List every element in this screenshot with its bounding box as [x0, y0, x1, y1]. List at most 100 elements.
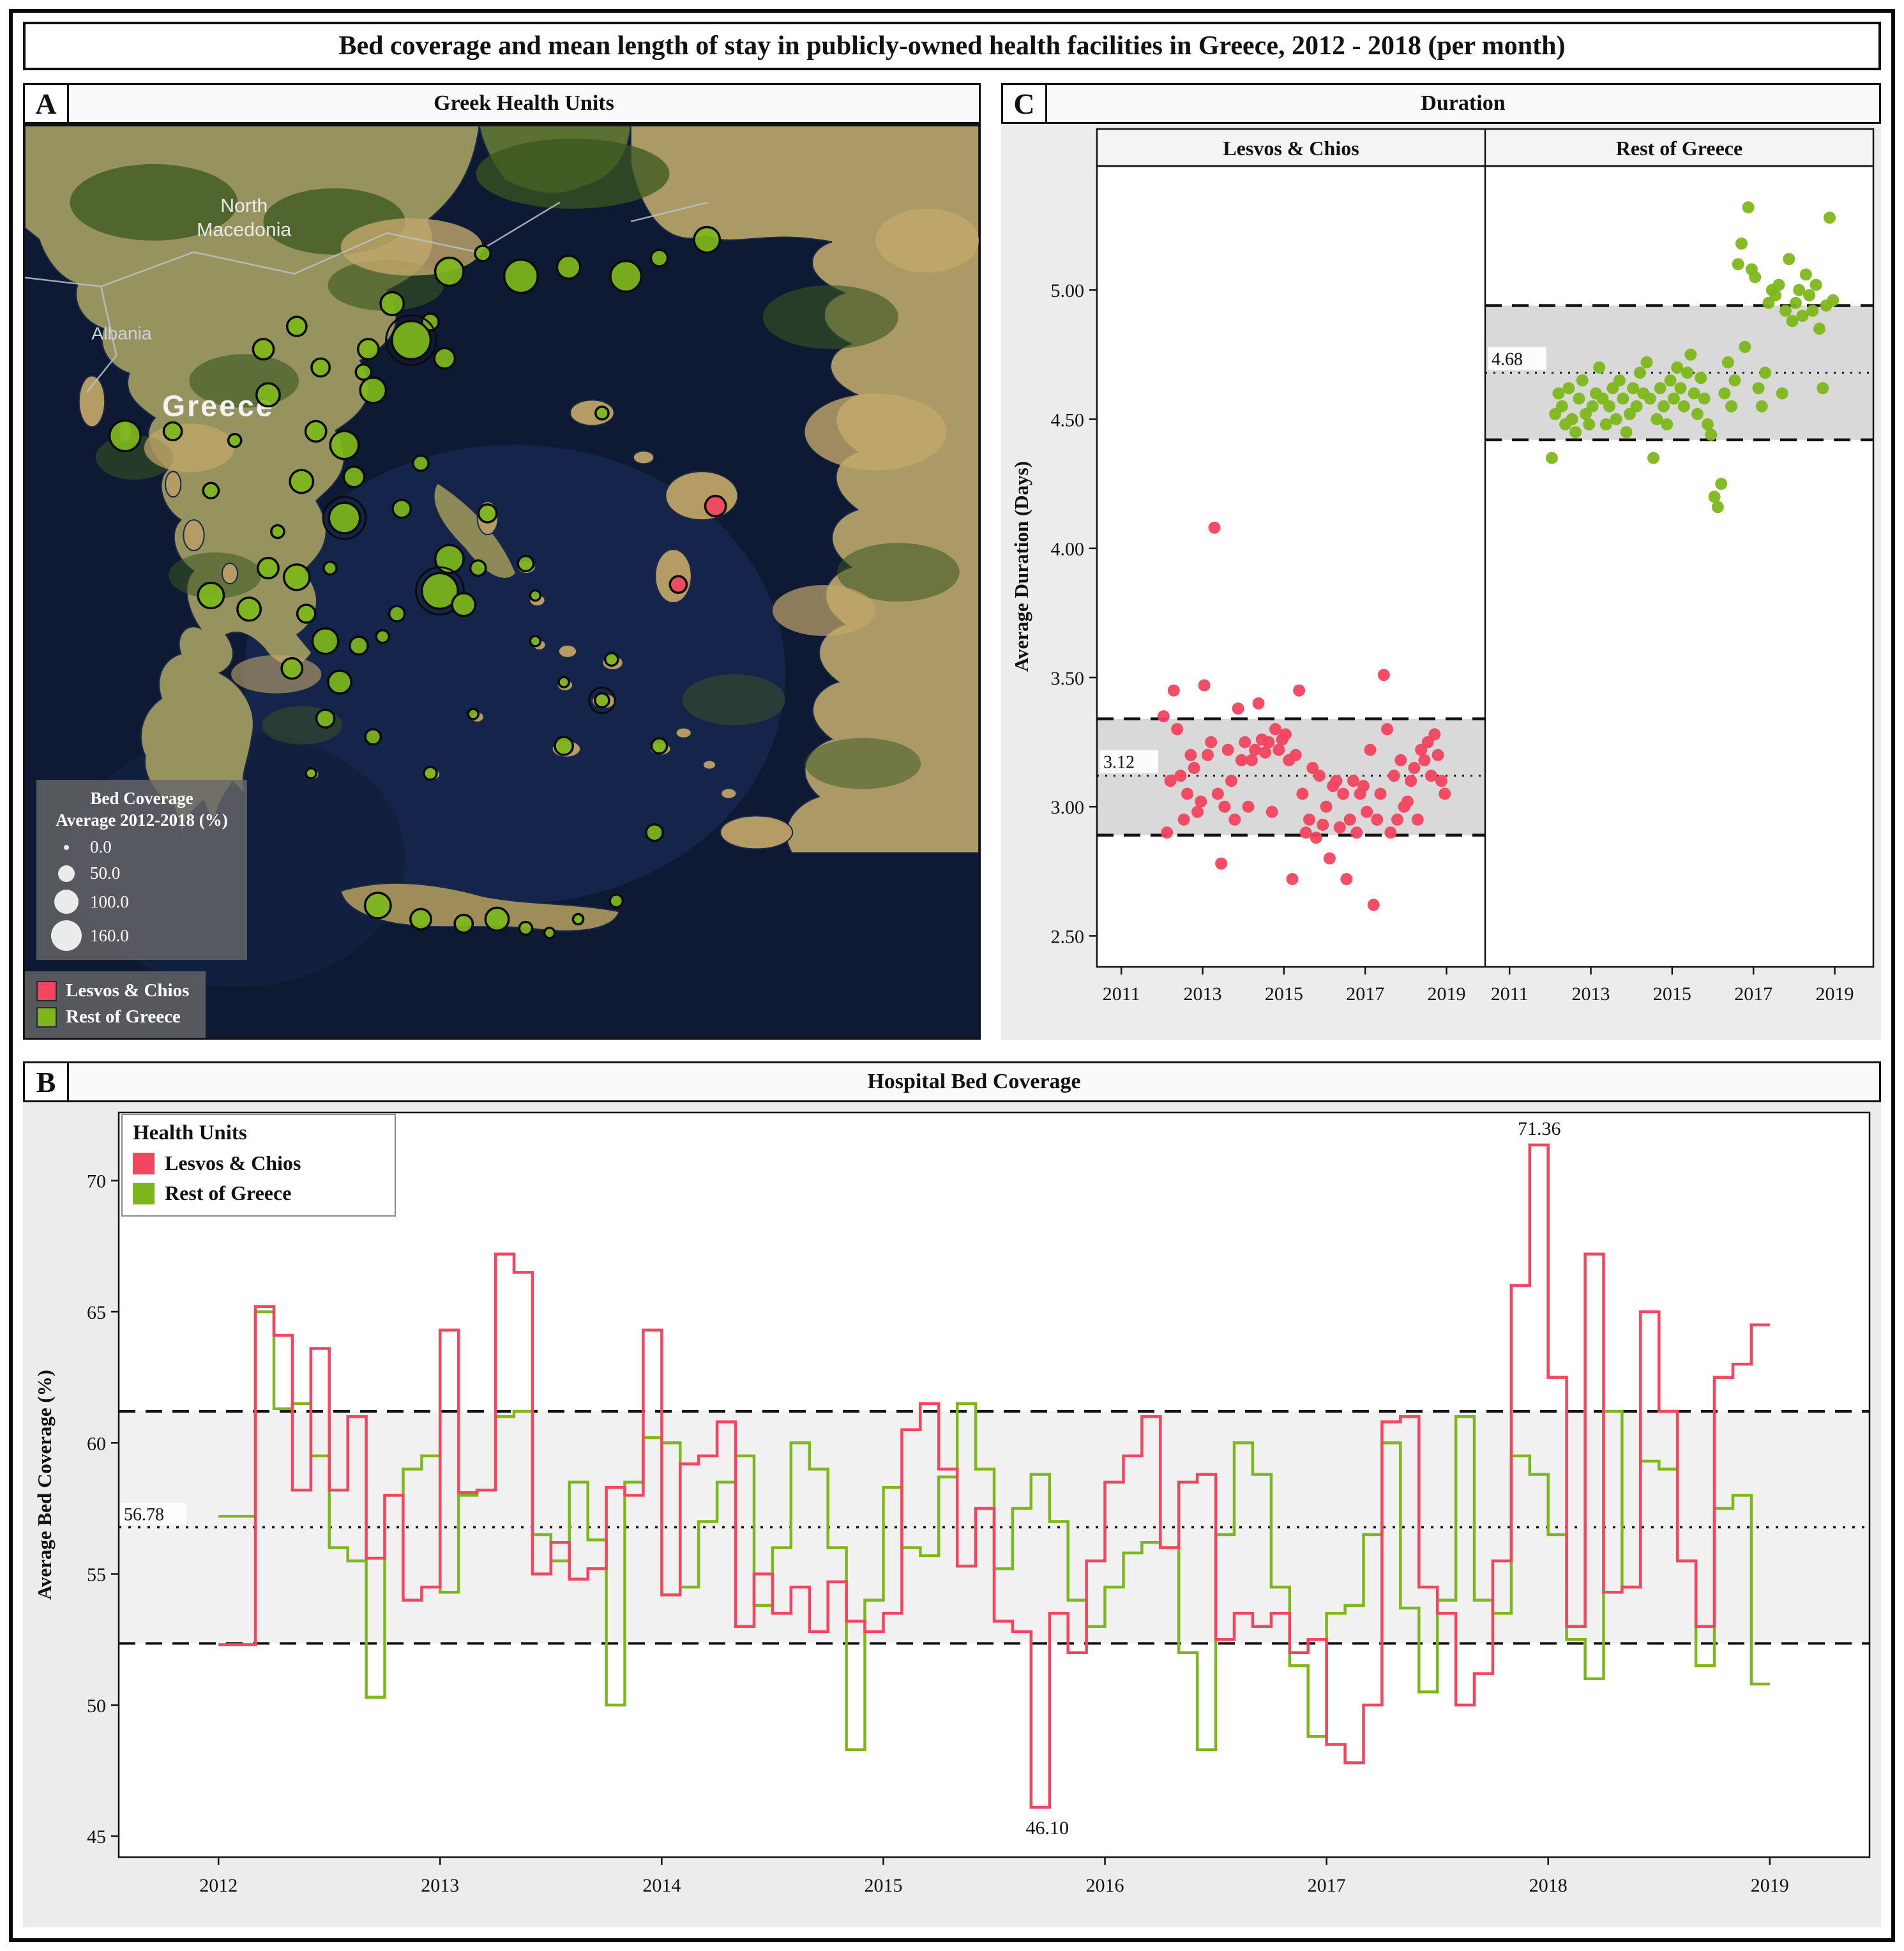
duration-point: [1644, 393, 1656, 405]
duration-point: [1753, 382, 1765, 394]
y-tick-label: 2.50: [1051, 926, 1085, 947]
duration-point: [1698, 393, 1711, 405]
bubble-size-legend: Bed Coverage Average 2012-2018 (%) 0.0 5…: [36, 780, 247, 960]
duration-point: [1790, 297, 1802, 309]
duration-point: [1378, 669, 1390, 681]
duration-point: [1364, 744, 1377, 756]
y-tick-label: 5.00: [1051, 280, 1085, 301]
duration-point: [1218, 801, 1230, 813]
health-unit-bubble: [485, 907, 508, 930]
duration-point: [1402, 796, 1414, 808]
health-unit-bubble: [478, 505, 496, 522]
health-unit-bubble: [694, 227, 720, 253]
mean-label: 56.78: [124, 1505, 164, 1525]
x-tick-label: 2017: [1734, 983, 1772, 1005]
health-unit-bubble: [424, 767, 437, 780]
duration-point: [1735, 238, 1748, 250]
health-unit-bubble: [238, 598, 261, 621]
duration-point: [1409, 762, 1421, 774]
y-tick-label: 45: [87, 1826, 106, 1848]
duration-point: [1691, 408, 1704, 420]
health-unit-bubble: [393, 500, 411, 518]
duration-point: [1188, 762, 1200, 774]
health-unit-bubble: [596, 407, 608, 420]
y-tick-label: 70: [87, 1171, 106, 1192]
health-unit-bubble: [360, 377, 386, 403]
duration-point: [1198, 679, 1211, 692]
duration-point: [1405, 775, 1417, 787]
health-unit-bubble: [306, 768, 316, 778]
health-unit-bubble: [610, 895, 623, 907]
health-unit-bubble: [198, 582, 223, 608]
duration-svg: Lesvos & Chios3.1220112013201520172019Re…: [1001, 124, 1881, 1040]
health-unit-bubble: [471, 561, 486, 576]
duration-point: [1739, 341, 1751, 353]
duration-point: [1215, 858, 1227, 870]
x-tick-label: 2011: [1491, 983, 1529, 1005]
duration-point: [1324, 853, 1336, 865]
health-unit-bubble: [358, 339, 379, 360]
duration-point: [1573, 393, 1585, 405]
duration-point: [1681, 367, 1693, 379]
duration-point: [1266, 806, 1278, 818]
facet-header: Lesvos & Chios: [1223, 137, 1359, 160]
mean-label: 4.68: [1492, 350, 1523, 370]
duration-point: [1772, 279, 1785, 291]
duration-point: [1813, 323, 1825, 335]
health-unit-bubble: [651, 250, 667, 266]
y-tick-label: 4.50: [1051, 409, 1085, 430]
panel-label-b: B: [23, 1061, 69, 1102]
y-tick-label: 3.50: [1051, 668, 1085, 689]
duration-point: [1228, 814, 1241, 826]
bed-coverage-svg: 56.7871.3646.104550556065702012201320142…: [23, 1102, 1881, 1927]
duration-point: [1684, 349, 1696, 361]
y-tick-label: 60: [87, 1433, 106, 1454]
health-unit-bubble: [670, 576, 686, 593]
lesvos-label: Lesvos & Chios: [165, 1151, 301, 1175]
health-unit-bubble: [651, 738, 667, 754]
lesvos-swatch: [36, 981, 57, 1001]
health-unit-bubble: [365, 729, 381, 745]
x-tick-label: 2011: [1103, 983, 1140, 1005]
duration-title: Duration: [1045, 83, 1881, 124]
health-unit-bubble: [595, 694, 609, 708]
duration-ylabel: Average Duration (Days): [1010, 461, 1032, 672]
duration-point: [1222, 744, 1234, 756]
duration-point: [1293, 685, 1305, 697]
duration-point: [1239, 736, 1251, 748]
size-label-3: 160.0: [90, 926, 129, 946]
health-unit-bubble: [452, 593, 475, 616]
duration-point: [1259, 747, 1271, 759]
duration-point: [1732, 258, 1744, 270]
health-unit-bubble: [257, 383, 280, 406]
panel-label-c: C: [1001, 83, 1047, 124]
label-albania: Albania: [91, 324, 152, 344]
health-unit-bubble: [203, 483, 218, 498]
duration-point: [1725, 400, 1737, 413]
duration-point: [1303, 814, 1315, 826]
duration-point: [1603, 400, 1615, 413]
health-unit-bubble: [475, 246, 490, 261]
health-unit-bubble: [389, 606, 405, 621]
duration-point: [1556, 400, 1568, 413]
map-color-legend: Lesvos & Chios Rest of Greece: [25, 971, 206, 1038]
y-tick-label: 4.00: [1051, 539, 1085, 560]
duration-point: [1776, 388, 1788, 400]
y-tick-label: 50: [87, 1696, 106, 1717]
duration-point: [1678, 400, 1690, 413]
x-tick-label: 2015: [864, 1875, 902, 1896]
health-unit-bubble: [504, 260, 538, 293]
duration-point: [1668, 393, 1680, 405]
health-unit-bubble: [290, 470, 313, 493]
x-tick-label: 2015: [1265, 983, 1303, 1005]
duration-point: [1195, 796, 1207, 808]
duration-point: [1647, 452, 1659, 464]
health-unit-bubble: [328, 671, 351, 694]
duration-point: [1593, 361, 1605, 374]
health-unit-bubble: [455, 915, 472, 933]
label-north-macedonia-line1: North: [220, 195, 268, 216]
annotation-label: 71.36: [1518, 1118, 1561, 1139]
duration-point: [1742, 201, 1755, 213]
duration-point: [1337, 788, 1349, 800]
duration-point: [1331, 775, 1343, 787]
